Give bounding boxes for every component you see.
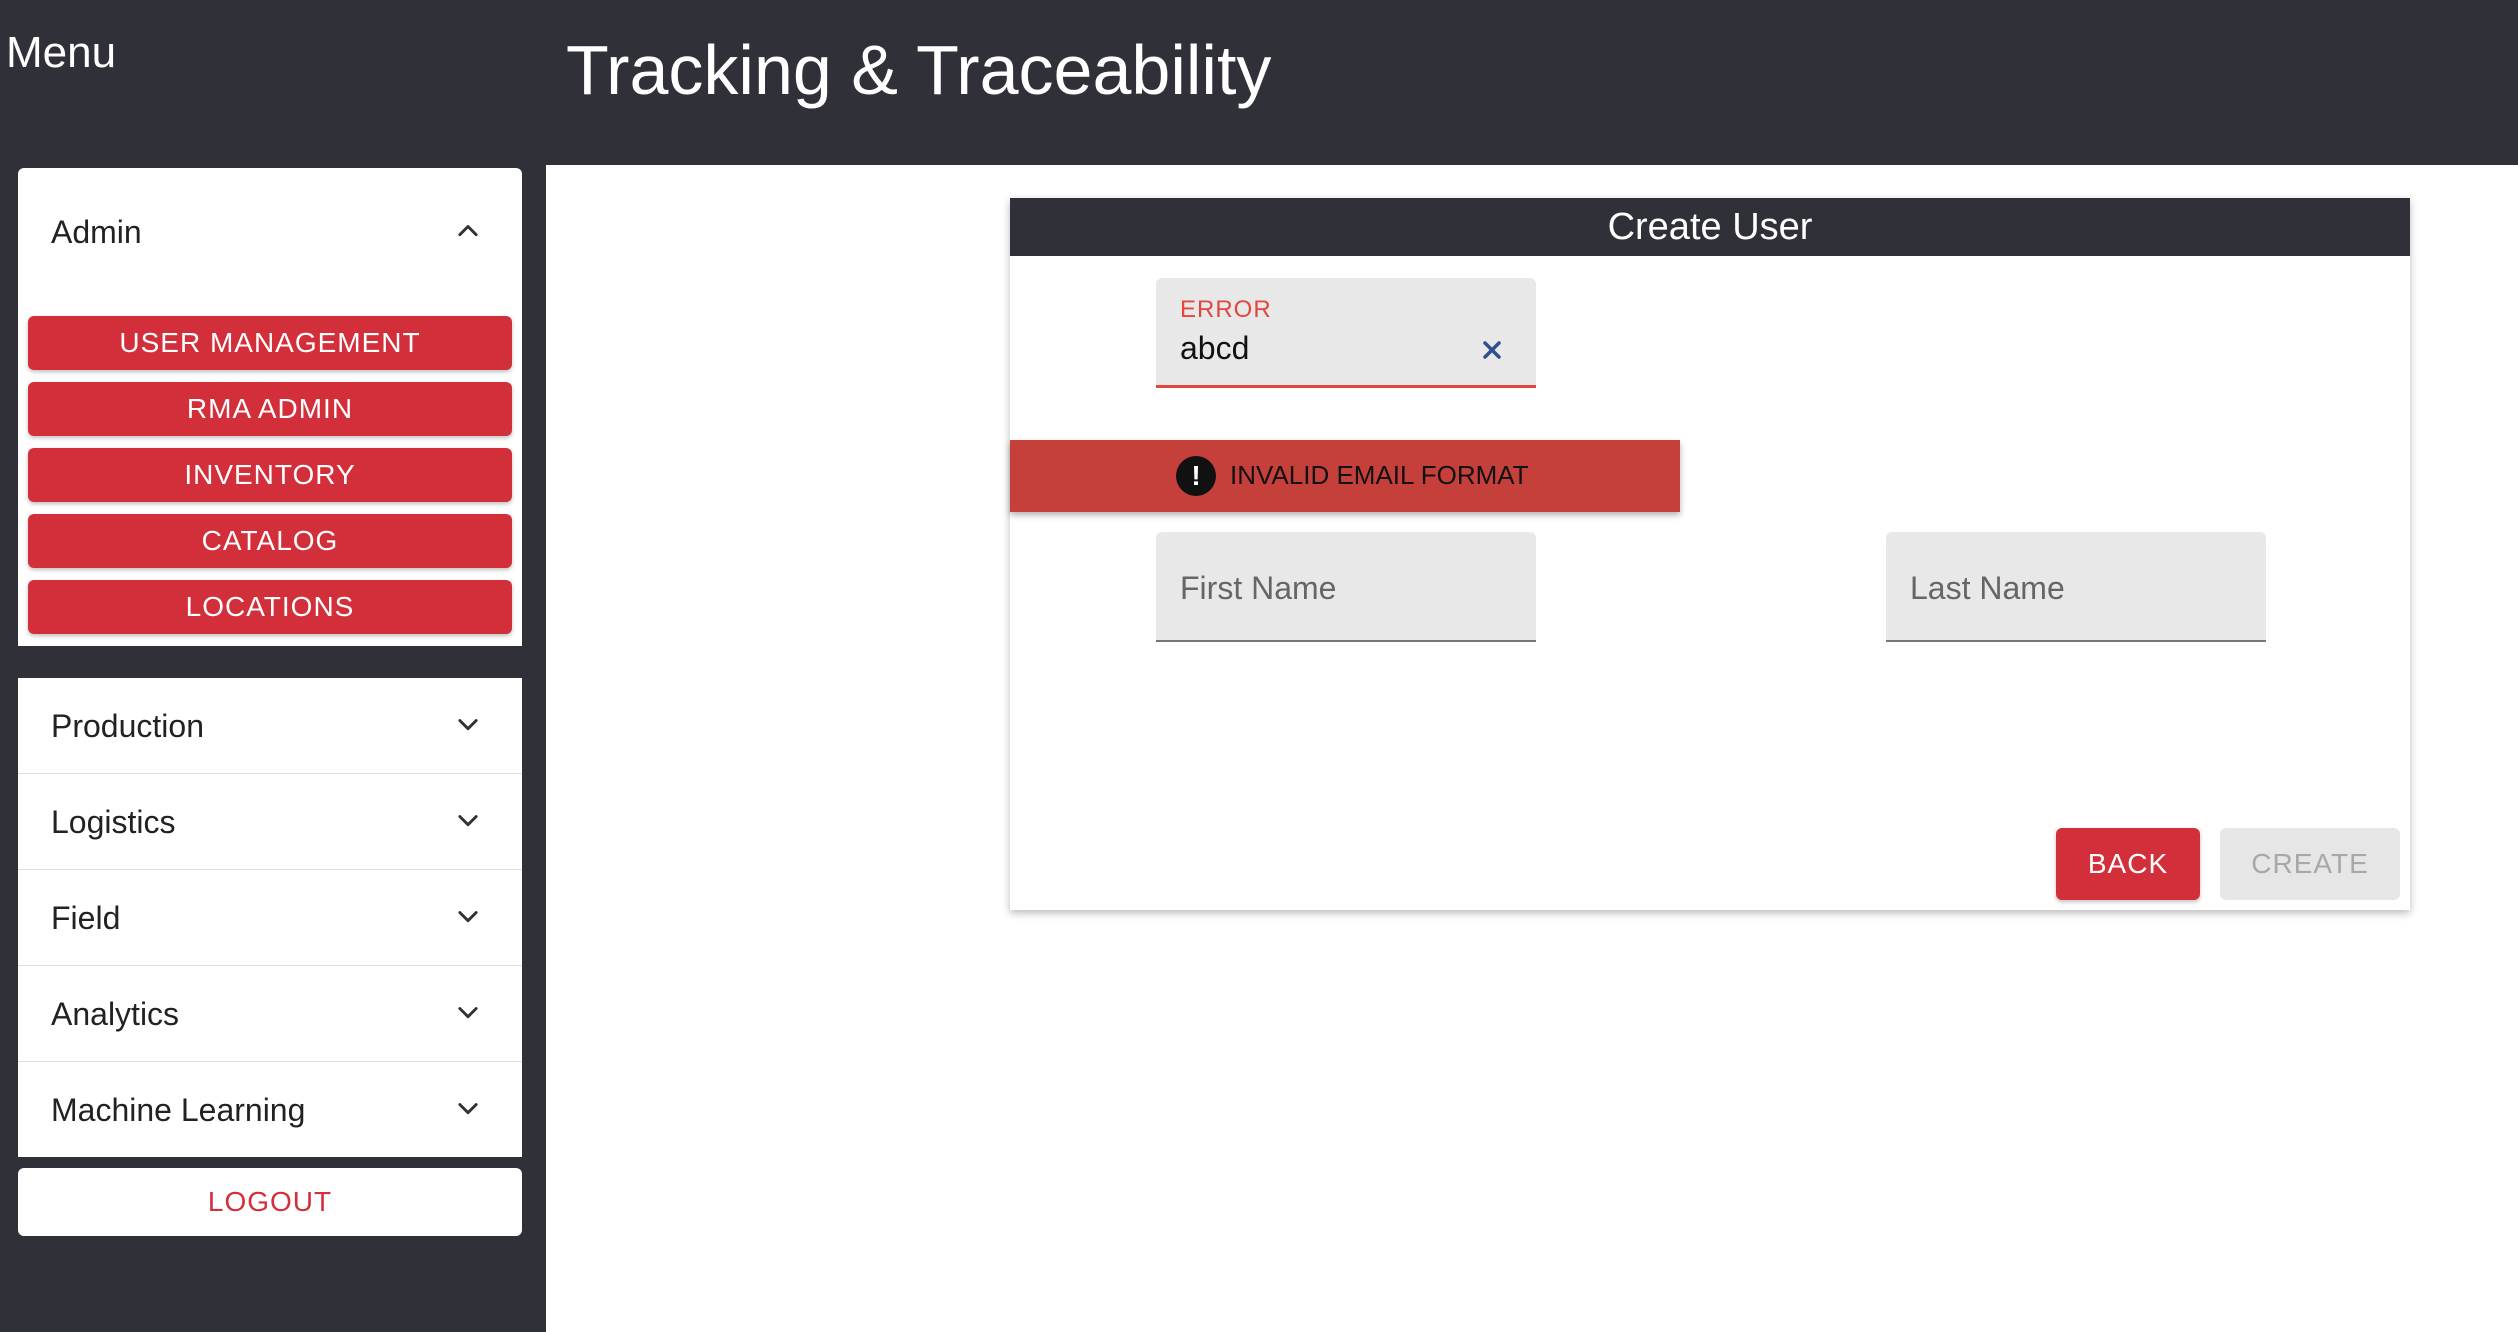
top-bar: Tracking & Traceability bbox=[546, 0, 2518, 165]
back-button[interactable]: BACK bbox=[2056, 828, 2200, 900]
page-title: Tracking & Traceability bbox=[566, 31, 1272, 109]
sidebar-item-label: Logistics bbox=[51, 804, 176, 840]
create-user-dialog: Create User ERROR abcd First Name Last N… bbox=[1010, 198, 2410, 910]
chevron-down-icon bbox=[458, 815, 478, 827]
toast-message: INVALID EMAIL FORMAT bbox=[1230, 460, 1529, 490]
first-name-placeholder: First Name bbox=[1180, 570, 1337, 606]
sidebar-item-label: Production bbox=[51, 708, 204, 744]
exclamation-icon: ! bbox=[1176, 456, 1216, 496]
sidebar: Menu Admin USER MANAGEMENT RMA ADMIN INV… bbox=[0, 0, 546, 1332]
error-toast: ! INVALID EMAIL FORMAT bbox=[1010, 440, 1680, 512]
sidebar-item-label: Analytics bbox=[51, 996, 180, 1032]
admin-panel: Admin USER MANAGEMENT RMA ADMIN INVENTOR… bbox=[18, 168, 522, 646]
inventory-button[interactable]: INVENTORY bbox=[28, 448, 512, 502]
chevron-down-icon bbox=[458, 1103, 478, 1115]
logout-button[interactable]: LOGOUT bbox=[18, 1168, 522, 1236]
menu-title: Menu bbox=[6, 28, 117, 77]
last-name-field[interactable]: Last Name bbox=[1886, 532, 2266, 642]
sidebar-item-analytics[interactable]: Analytics bbox=[18, 966, 522, 1063]
admin-section-header[interactable]: Admin bbox=[18, 168, 522, 296]
email-error-label: ERROR bbox=[1180, 296, 1272, 323]
chevron-down-icon bbox=[458, 719, 478, 731]
sidebar-item-machine-learning[interactable]: Machine Learning bbox=[18, 1062, 522, 1157]
chevron-down-icon bbox=[458, 1007, 478, 1019]
dialog-title: Create User bbox=[1010, 198, 2410, 256]
create-button[interactable]: CREATE bbox=[2220, 828, 2400, 900]
admin-section-label: Admin bbox=[51, 214, 142, 250]
email-input-value[interactable]: abcd bbox=[1180, 330, 1249, 367]
sidebar-item-logistics[interactable]: Logistics bbox=[18, 774, 522, 871]
user-management-button[interactable]: USER MANAGEMENT bbox=[28, 316, 512, 370]
sections-panel: Production Logistics Field Analytics Mac… bbox=[18, 678, 522, 1157]
sidebar-item-label: Machine Learning bbox=[51, 1092, 306, 1128]
first-name-field[interactable]: First Name bbox=[1156, 532, 1536, 642]
sidebar-item-field[interactable]: Field bbox=[18, 870, 522, 967]
close-icon[interactable] bbox=[1480, 338, 1504, 362]
catalog-button[interactable]: CATALOG bbox=[28, 514, 512, 568]
locations-button[interactable]: LOCATIONS bbox=[28, 580, 512, 634]
chevron-down-icon bbox=[458, 911, 478, 923]
sidebar-item-label: Field bbox=[51, 900, 121, 936]
sidebar-item-production[interactable]: Production bbox=[18, 678, 522, 775]
chevron-up-icon bbox=[458, 225, 478, 237]
last-name-placeholder: Last Name bbox=[1910, 570, 2065, 606]
rma-admin-button[interactable]: RMA ADMIN bbox=[28, 382, 512, 436]
email-field[interactable]: ERROR abcd bbox=[1156, 278, 1536, 388]
